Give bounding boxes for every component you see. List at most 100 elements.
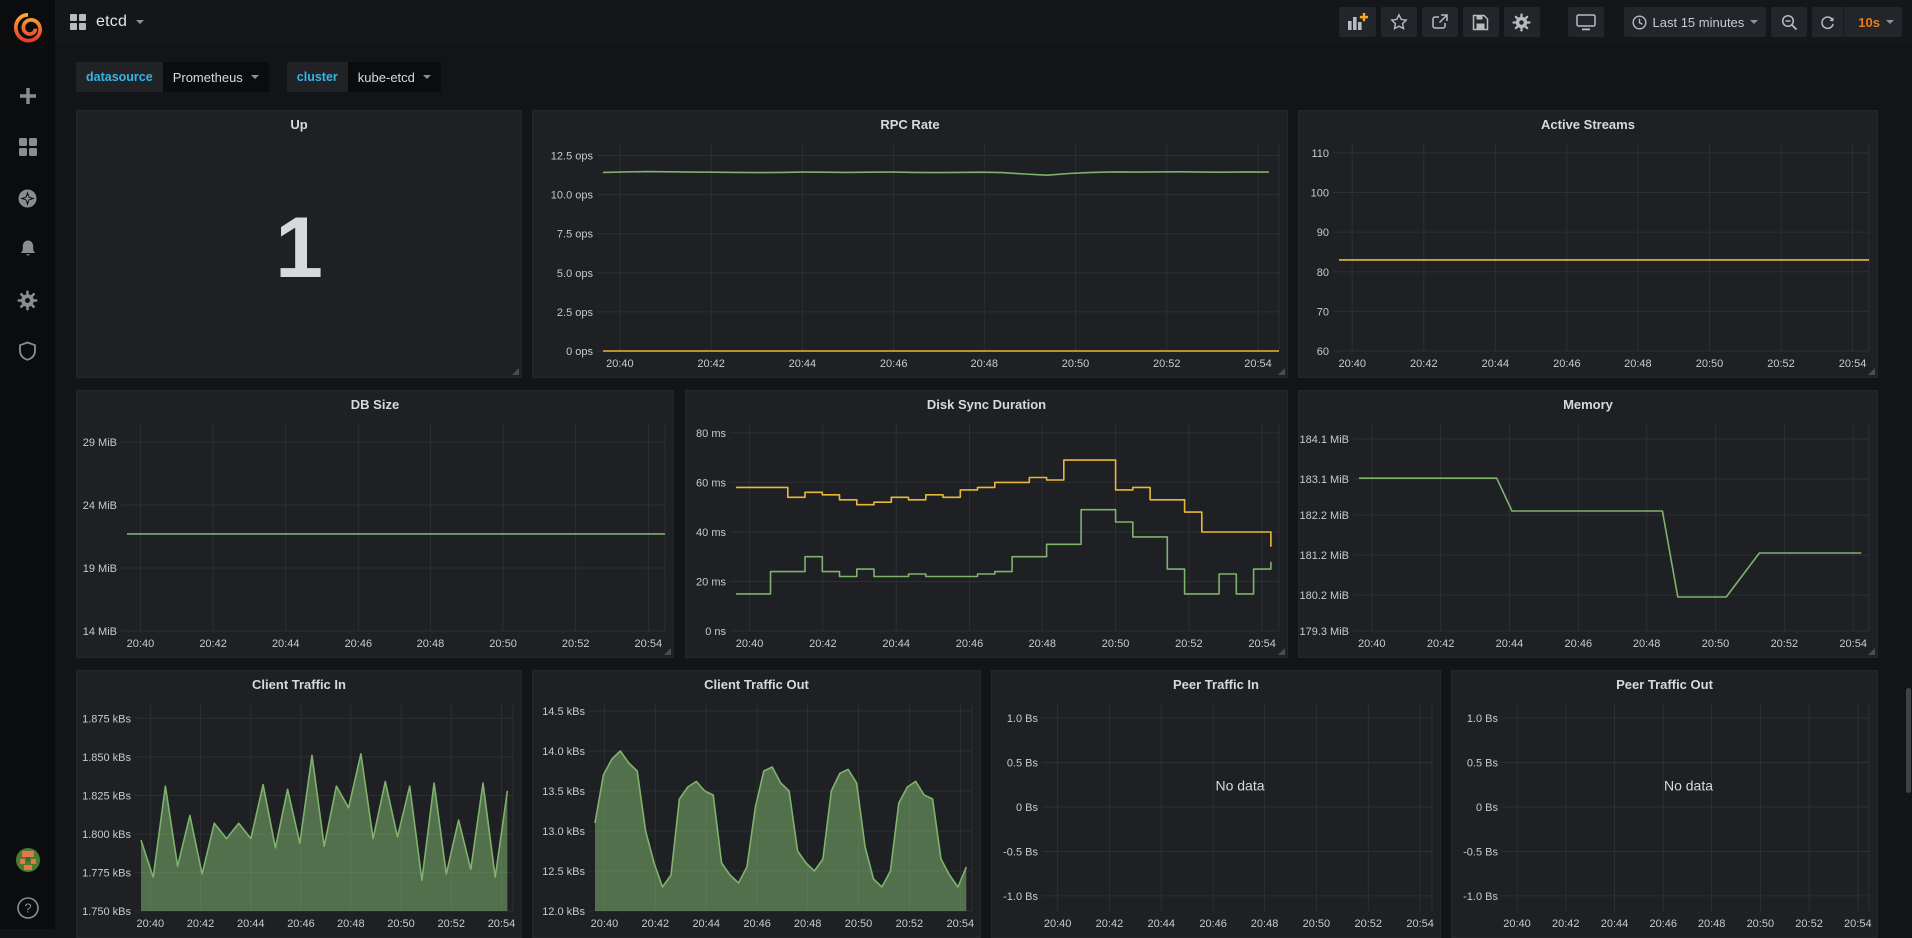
panel-resize-handle[interactable]	[664, 648, 671, 655]
svg-text:20:54: 20:54	[1839, 638, 1867, 650]
server-admin-shield-icon[interactable]	[11, 338, 45, 364]
memory-chart[interactable]: 179.3 MiB180.2 MiB181.2 MiB182.2 MiB183.…	[1299, 417, 1877, 657]
disk-sync-duration-chart[interactable]: 0 ns20 ms40 ms60 ms80 ms20:4020:4220:442…	[686, 417, 1287, 657]
create-plus-icon[interactable]	[11, 83, 45, 109]
client-traffic-out-chart[interactable]: 12.0 kBs12.5 kBs13.0 kBs13.5 kBs14.0 kBs…	[533, 697, 980, 937]
panel-title[interactable]: Client Traffic Out	[533, 671, 980, 697]
svg-text:20:54: 20:54	[488, 918, 516, 930]
svg-text:20:48: 20:48	[337, 918, 365, 930]
panel-title[interactable]: Active Streams	[1299, 111, 1877, 137]
panel-title[interactable]: Client Traffic In	[77, 671, 521, 697]
svg-text:20:50: 20:50	[1696, 358, 1724, 370]
explore-compass-icon[interactable]	[11, 185, 45, 211]
vertical-scrollbar[interactable]	[1906, 688, 1911, 793]
panel-db-size: DB Size 14 MiB19 MiB24 MiB29 MiB20:4020:…	[76, 390, 674, 658]
user-avatar[interactable]	[11, 847, 45, 873]
title-caret-icon[interactable]	[136, 20, 144, 24]
svg-text:20:48: 20:48	[794, 918, 822, 930]
svg-text:20:42: 20:42	[1552, 918, 1580, 930]
svg-text:60 ms: 60 ms	[696, 477, 726, 489]
svg-text:181.2 MiB: 181.2 MiB	[1299, 550, 1349, 562]
zoom-out-time-button[interactable]	[1771, 7, 1807, 37]
panel-resize-handle[interactable]	[1868, 368, 1875, 375]
variable-cluster[interactable]: cluster kube-etcd	[287, 62, 441, 92]
dashboard-grid-icon[interactable]	[69, 9, 87, 35]
configuration-gear-icon[interactable]	[11, 287, 45, 313]
save-dashboard-button[interactable]	[1463, 7, 1499, 37]
panel-resize-handle[interactable]	[1278, 648, 1285, 655]
svg-text:182.2 MiB: 182.2 MiB	[1299, 510, 1349, 522]
svg-text:1.775 kBs: 1.775 kBs	[82, 867, 131, 879]
svg-text:20:48: 20:48	[1028, 638, 1056, 650]
variable-caret-icon	[251, 75, 259, 79]
alerting-bell-icon[interactable]	[11, 236, 45, 262]
svg-text:20:52: 20:52	[1354, 918, 1382, 930]
panel-title[interactable]: Up	[77, 111, 521, 137]
svg-text:183.1 MiB: 183.1 MiB	[1299, 474, 1349, 486]
variable-datasource[interactable]: datasource Prometheus	[76, 62, 269, 92]
svg-text:20:50: 20:50	[1702, 638, 1730, 650]
time-range-picker[interactable]: Last 15 minutes	[1624, 7, 1767, 37]
svg-text:20:40: 20:40	[137, 918, 165, 930]
share-dashboard-button[interactable]	[1422, 7, 1458, 37]
add-panel-button[interactable]	[1339, 7, 1376, 37]
peer-traffic-in-chart[interactable]: -1.0 Bs-0.5 Bs0 Bs0.5 Bs1.0 Bs20:4020:42…	[992, 697, 1440, 937]
variable-value-dropdown[interactable]: kube-etcd	[348, 62, 441, 92]
panel-title[interactable]: Peer Traffic Out	[1452, 671, 1877, 697]
svg-text:29 MiB: 29 MiB	[83, 437, 117, 449]
svg-text:20:42: 20:42	[1410, 358, 1438, 370]
panel-title[interactable]: Peer Traffic In	[992, 671, 1440, 697]
refresh-caret-icon	[1886, 20, 1894, 24]
svg-text:20:46: 20:46	[880, 358, 908, 370]
panel-title[interactable]: Memory	[1299, 391, 1877, 417]
svg-text:20:46: 20:46	[743, 918, 771, 930]
svg-text:1.850 kBs: 1.850 kBs	[82, 752, 131, 764]
svg-text:20:42: 20:42	[642, 918, 670, 930]
peer-traffic-out-chart[interactable]: -1.0 Bs-0.5 Bs0 Bs0.5 Bs1.0 Bs20:4020:42…	[1452, 697, 1877, 937]
svg-text:2.5 ops: 2.5 ops	[557, 307, 594, 319]
panel-disk-sync-duration: Disk Sync Duration 0 ns20 ms40 ms60 ms80…	[685, 390, 1288, 658]
star-dashboard-button[interactable]	[1381, 7, 1417, 37]
client-traffic-in-chart[interactable]: 1.750 kBs1.775 kBs1.800 kBs1.825 kBs1.85…	[77, 697, 521, 937]
variable-label: datasource	[76, 62, 163, 92]
panel-rpc-rate: RPC Rate 0 ops2.5 ops5.0 ops7.5 ops10.0 …	[532, 110, 1288, 378]
variable-value-dropdown[interactable]: Prometheus	[163, 62, 269, 92]
svg-text:0 ops: 0 ops	[566, 346, 593, 358]
db-size-chart[interactable]: 14 MiB19 MiB24 MiB29 MiB20:4020:4220:442…	[77, 417, 673, 657]
rpc-rate-chart[interactable]: 0 ops2.5 ops5.0 ops7.5 ops10.0 ops12.5 o…	[533, 137, 1287, 377]
svg-text:100: 100	[1311, 188, 1329, 200]
panel-resize-handle[interactable]	[1868, 648, 1875, 655]
panel-title[interactable]: DB Size	[77, 391, 673, 417]
svg-text:20:44: 20:44	[1496, 638, 1524, 650]
svg-text:20:52: 20:52	[437, 918, 465, 930]
svg-text:20:48: 20:48	[1698, 918, 1726, 930]
grafana-logo-icon[interactable]	[0, 0, 55, 55]
panel-title[interactable]: Disk Sync Duration	[686, 391, 1287, 417]
svg-text:20:46: 20:46	[1553, 358, 1581, 370]
svg-text:20:52: 20:52	[1767, 358, 1795, 370]
svg-text:20:40: 20:40	[127, 638, 155, 650]
stat-value: 1	[275, 199, 323, 298]
panel-resize-handle[interactable]	[512, 368, 519, 375]
dashboard-settings-gear-icon[interactable]	[1504, 7, 1540, 37]
svg-text:20:44: 20:44	[882, 638, 910, 650]
svg-text:20:50: 20:50	[845, 918, 873, 930]
active-streams-chart[interactable]: 6070809010011020:4020:4220:4420:4620:482…	[1299, 137, 1877, 377]
svg-text:20:54: 20:54	[947, 918, 975, 930]
svg-text:20:44: 20:44	[1482, 358, 1510, 370]
svg-text:20:44: 20:44	[237, 918, 265, 930]
dashboard-title[interactable]: etcd	[96, 13, 127, 31]
svg-text:20:40: 20:40	[1503, 918, 1531, 930]
panel-title[interactable]: RPC Rate	[533, 111, 1287, 137]
clock-icon	[1632, 15, 1647, 30]
svg-text:20:40: 20:40	[591, 918, 619, 930]
tv-cycle-view-button[interactable]	[1568, 7, 1604, 37]
svg-text:10.0 ops: 10.0 ops	[551, 190, 594, 202]
panel-resize-handle[interactable]	[1278, 368, 1285, 375]
dashboards-icon[interactable]	[11, 134, 45, 160]
variable-label: cluster	[287, 62, 348, 92]
help-icon[interactable]: ?	[11, 895, 45, 921]
refresh-picker[interactable]: 10s	[1812, 7, 1902, 37]
svg-text:20:40: 20:40	[1358, 638, 1386, 650]
svg-text:20:40: 20:40	[1338, 358, 1366, 370]
